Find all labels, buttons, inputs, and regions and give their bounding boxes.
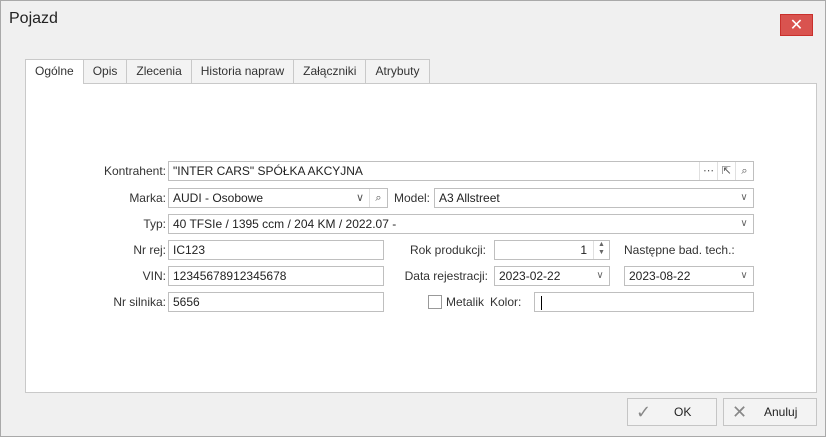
ok-label: OK (674, 405, 692, 419)
chevron-down-icon[interactable]: ∨ (735, 189, 753, 207)
nastepne-bad-label: Następne bad. tech.: (624, 243, 735, 257)
cross-icon: ✕ (732, 402, 748, 422)
tab-atrybuty[interactable]: Atrybuty (365, 59, 430, 83)
vin-label: VIN: (142, 269, 166, 283)
nr-silnika-value: 5656 (173, 295, 200, 309)
nr-rej-input[interactable]: IC123 (168, 240, 384, 260)
tab-zalaczniki[interactable]: Załączniki (293, 59, 367, 83)
search-icon[interactable]: ⌕ (369, 189, 387, 207)
marka-select[interactable]: AUDI - Osobowe ∨ ⌕ (168, 188, 388, 208)
data-rejestracji-value: 2023-02-22 (499, 269, 561, 283)
nr-silnika-input[interactable]: 5656 (168, 292, 384, 312)
ok-button[interactable]: ✓ OK (627, 398, 717, 426)
tab-ogolne[interactable]: Ogólne (25, 59, 84, 84)
marka-value: AUDI - Osobowe (173, 191, 264, 205)
close-icon: ✕ (789, 17, 804, 34)
vin-value: 12345678912345678 (173, 269, 287, 283)
kontrahent-value: "INTER CARS" SPÓŁKA AKCYJNA (173, 164, 363, 178)
metalik-label: Metalik (446, 295, 485, 309)
nastepne-bad-picker[interactable]: 2023-08-22 ∨ (624, 266, 754, 286)
rok-produkcji-value: 1 (580, 243, 587, 257)
text-cursor (541, 295, 542, 310)
typ-value: 40 TFSIe / 1395 ccm / 204 KM / 2022.07 - (173, 217, 397, 231)
nr-rej-label: Nr rej: (133, 243, 166, 257)
nr-rej-value: IC123 (173, 243, 206, 257)
cancel-button[interactable]: ✕ Anuluj (723, 398, 817, 426)
model-select[interactable]: A3 Allstreet ∨ (434, 188, 754, 208)
tab-panel-ogolne: Kontrahent: "INTER CARS" SPÓŁKA AKCYJNA … (25, 83, 817, 393)
metalik-checkbox[interactable] (428, 295, 442, 309)
window-title: Pojazd (9, 10, 58, 27)
chevron-down-icon[interactable]: ∨ (591, 267, 609, 285)
nastepne-bad-value: 2023-08-22 (629, 269, 691, 283)
kolor-input[interactable] (534, 292, 754, 312)
cancel-label: Anuluj (764, 405, 798, 419)
typ-select[interactable]: 40 TFSIe / 1395 ccm / 204 KM / 2022.07 -… (168, 214, 754, 234)
spin-updown-icon[interactable]: ▲ ▼ (593, 241, 609, 259)
title-bar: Pojazd ✕ (1, 1, 825, 41)
data-rejestracji-picker[interactable]: 2023-02-22 ∨ (494, 266, 610, 286)
kontrahent-field[interactable]: "INTER CARS" SPÓŁKA AKCYJNA ⋯ ⇱ ⌕ (168, 161, 754, 181)
model-value: A3 Allstreet (439, 191, 500, 205)
tab-zlecenia[interactable]: Zlecenia (126, 59, 192, 83)
rok-produkcji-stepper[interactable]: 1 ▲ ▼ (494, 240, 610, 260)
ellipsis-icon[interactable]: ⋯ (699, 162, 717, 180)
dialog-window: Pojazd ✕ Ogólne Opis Zlecenia Historia n… (0, 0, 826, 437)
vin-input[interactable]: 12345678912345678 (168, 266, 384, 286)
chevron-down-icon[interactable]: ∨ (351, 189, 369, 207)
marka-label: Marka: (129, 191, 166, 205)
tab-bar: Ogólne Opis Zlecenia Historia napraw Zał… (25, 59, 430, 84)
check-icon: ✓ (636, 402, 652, 422)
data-rejestracji-label: Data rejestracji: (404, 269, 488, 283)
kontrahent-label: Kontrahent: (103, 164, 166, 178)
search-icon[interactable]: ⌕ (735, 162, 753, 180)
nr-silnika-label: Nr silnika: (113, 295, 166, 309)
tab-historia-napraw[interactable]: Historia napraw (190, 59, 295, 83)
open-link-icon[interactable]: ⇱ (717, 162, 735, 180)
typ-label: Typ: (143, 217, 166, 231)
chevron-down-icon[interactable]: ∨ (735, 215, 753, 233)
close-button[interactable]: ✕ (780, 14, 813, 36)
chevron-down-icon[interactable]: ∨ (735, 267, 753, 285)
model-label: Model: (393, 191, 430, 205)
rok-produkcji-label: Rok produkcji: (409, 243, 486, 257)
tab-opis[interactable]: Opis (82, 59, 128, 83)
kolor-label: Kolor: (490, 295, 522, 309)
